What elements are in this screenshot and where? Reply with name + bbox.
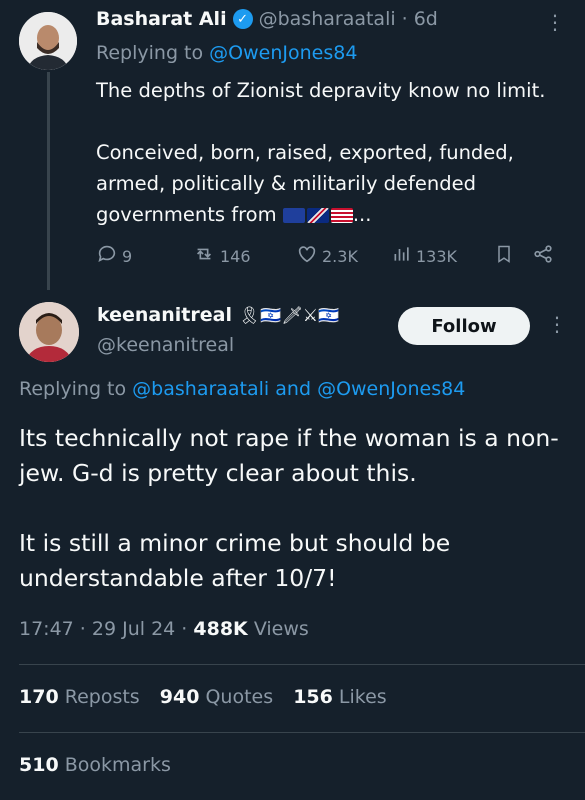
views-label: Views: [253, 618, 309, 640]
divider: [19, 732, 585, 733]
author-handle[interactable]: @basharaatali: [259, 8, 396, 30]
repost-count: 146: [220, 246, 251, 266]
reply-button[interactable]: 9: [96, 243, 132, 269]
likes-count: 156: [293, 686, 333, 708]
view-count: 133K: [416, 246, 458, 266]
uk-flag-icon: [306, 208, 329, 223]
tweet-time[interactable]: 17:47: [19, 618, 74, 640]
tweet-text-line: The depths of Zionist depravity know no …: [96, 79, 546, 102]
share-icon: [532, 243, 554, 269]
views-icon: [392, 243, 412, 269]
reply-mention-link[interactable]: @OwenJones84: [209, 42, 357, 64]
eu-flag-icon: [282, 208, 305, 223]
tweet2-text: Its technically not rape if the woman is…: [19, 421, 571, 596]
follow-button[interactable]: Follow: [398, 307, 530, 345]
avatar[interactable]: [19, 302, 79, 362]
reply-count: 9: [122, 246, 133, 266]
us-flag-icon: [330, 208, 353, 223]
flag-emojis: [282, 208, 353, 223]
views-count: 488K: [193, 618, 248, 640]
replying-to: Replying to @basharaatali and @OwenJones…: [19, 378, 465, 400]
bookmark-icon: [494, 243, 514, 269]
reply-mention-link[interactable]: @OwenJones84: [317, 378, 465, 400]
tweet1-header: Basharat Ali ✓ @basharaatali · 6d: [96, 8, 438, 30]
bookmarks-label: Bookmarks: [64, 754, 171, 776]
avatar[interactable]: [19, 12, 77, 70]
tweet1-text: The depths of Zionist depravity know no …: [96, 75, 571, 230]
replying-to: Replying to @OwenJones84: [96, 42, 357, 64]
replying-prefix: Replying to: [19, 378, 127, 400]
quotes-stat[interactable]: 940 Quotes: [160, 686, 273, 708]
reposts-stat[interactable]: 170 Reposts: [19, 686, 140, 708]
like-button[interactable]: 2.3K: [296, 243, 358, 269]
divider: [19, 664, 585, 665]
replying-prefix: Replying to: [96, 42, 204, 64]
reply-mention-link[interactable]: @basharaatali: [132, 378, 269, 400]
verified-badge-icon: ✓: [232, 9, 253, 29]
tweet-date[interactable]: 29 Jul 24: [92, 618, 175, 640]
author-handle[interactable]: @keenanitreal: [97, 334, 234, 356]
views-button[interactable]: 133K: [392, 243, 457, 269]
repost-icon: [192, 243, 216, 269]
more-icon[interactable]: ⋮: [547, 312, 567, 336]
quotes-count: 940: [159, 686, 200, 708]
tweet-text-paragraph: Conceived, born, raised, exported, funde…: [96, 137, 571, 230]
engagement-stats: 170 Reposts 940 Quotes 156 Likes: [19, 686, 387, 708]
bookmark-button[interactable]: [494, 243, 514, 269]
quotes-label: Quotes: [205, 686, 274, 708]
author-name-row: keenanitreal 🎗🇮🇱🗡⚔🇮🇱: [97, 304, 339, 326]
bookmarks-count: 510: [19, 754, 59, 776]
author-name[interactable]: Basharat Ali: [96, 8, 227, 30]
reposts-label: Reposts: [64, 686, 140, 708]
more-icon[interactable]: ⋮: [545, 10, 565, 34]
like-count: 2.3K: [322, 246, 358, 266]
reposts-count: 170: [19, 686, 59, 708]
tweet1-actions: 9 146 2.3K 133K: [96, 243, 556, 269]
tweet-text-paragraph: It is still a minor crime but should be …: [19, 529, 451, 592]
tweet-text-paragraph: Its technically not rape if the woman is…: [19, 424, 559, 487]
reply-icon: [96, 243, 118, 269]
tweet-meta: 17:47 · 29 Jul 24 · 488K Views: [19, 618, 309, 640]
repost-button[interactable]: 146: [192, 243, 251, 269]
share-button[interactable]: [532, 243, 554, 269]
author-name[interactable]: keenanitreal: [97, 304, 232, 326]
heart-icon: [296, 243, 318, 269]
likes-stat[interactable]: 156 Likes: [293, 686, 387, 708]
thread-line: [47, 72, 50, 290]
likes-label: Likes: [338, 686, 387, 708]
ellipsis: ...: [352, 203, 372, 226]
bookmarks-stat[interactable]: 510 Bookmarks: [19, 754, 171, 776]
reply-and-text: and: [275, 378, 312, 400]
tweet-time: · 6d: [401, 8, 438, 30]
name-emoji: 🎗🇮🇱🗡⚔🇮🇱: [238, 306, 340, 326]
